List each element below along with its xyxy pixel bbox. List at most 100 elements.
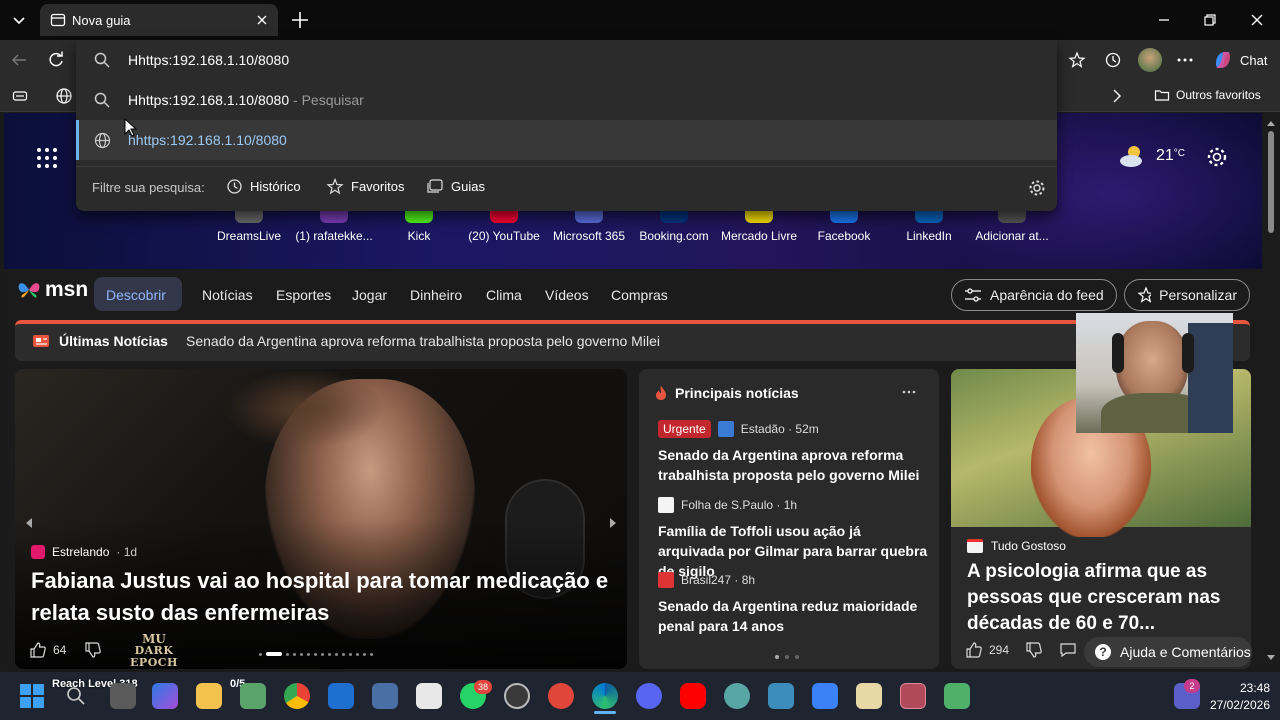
hero-headline[interactable]: Fabiana Justus vai ao hospital para toma… (31, 565, 621, 629)
feed-appearance-button[interactable]: Aparência do feed (951, 279, 1117, 311)
thumbs-down-icon[interactable] (84, 641, 102, 659)
reading-view-icon[interactable] (12, 88, 28, 104)
minimize-icon[interactable] (1156, 12, 1172, 28)
profile-avatar[interactable] (1138, 48, 1162, 72)
app-icon[interactable] (944, 683, 970, 709)
urgent-badge: Urgente (658, 420, 711, 438)
back-icon[interactable] (10, 52, 28, 68)
app-active-icon[interactable] (900, 683, 926, 709)
comment-icon[interactable] (1059, 641, 1077, 659)
side-headline[interactable]: A psicologia afirma que as pessoas que c… (967, 559, 1239, 637)
tab-list-button[interactable] (6, 8, 32, 32)
chrome-icon[interactable] (284, 683, 310, 709)
news-item[interactable]: Brasil247 · 8h Senado da Argentina reduz … (658, 570, 928, 636)
copilot-chat-button[interactable]: Chat (1206, 46, 1272, 74)
chevron-right-icon[interactable] (1110, 88, 1124, 104)
news-item[interactable]: Urgente Estadão · 52m Senado da Argentina … (658, 419, 928, 485)
history-icon[interactable] (1104, 51, 1122, 69)
msn-nav-jogar[interactable]: Jogar (352, 287, 387, 303)
more-options-icon[interactable] (901, 387, 917, 397)
paint-icon[interactable] (724, 683, 750, 709)
address-input[interactable]: Hhttps:192.168.1.10/8080 (128, 52, 289, 68)
close-window-icon[interactable] (1249, 12, 1265, 28)
youtube-icon[interactable] (680, 683, 706, 709)
quick-link-label: Facebook (817, 229, 871, 243)
tab-new-tab[interactable]: Nova guia (40, 4, 278, 36)
discord-icon[interactable] (636, 683, 662, 709)
close-tab-icon[interactable] (254, 12, 270, 28)
msn-logo[interactable]: msn (16, 277, 88, 303)
windows-start-icon[interactable] (20, 684, 44, 708)
breaking-headline[interactable]: Senado da Argentina aprova reforma traba… (186, 333, 660, 349)
calculator-icon[interactable] (372, 683, 398, 709)
hero-like-count: 64 (53, 643, 67, 657)
carousel-next-icon[interactable] (605, 515, 621, 531)
app-r-icon[interactable] (548, 683, 574, 709)
other-favorites-folder[interactable]: Outros favoritos (1154, 87, 1261, 103)
carousel-prev-icon[interactable] (21, 515, 37, 531)
document-app-icon[interactable] (416, 683, 442, 709)
news-icon (33, 335, 49, 347)
filter-favorites[interactable]: Favoritos (326, 178, 404, 195)
thumbs-down-icon[interactable] (1025, 641, 1043, 659)
feed-appearance-label: Aparência do feed (990, 287, 1104, 303)
weather-widget[interactable]: 21 °C (1118, 143, 1185, 169)
quick-link-label: Kick (407, 229, 431, 243)
hero-story-card[interactable]: Estrelando · 1d Fabiana Justus vai ao ho… (15, 369, 627, 669)
scroll-down-icon[interactable] (1266, 654, 1276, 662)
msn-nav-dinheiro[interactable]: Dinheiro (410, 287, 462, 303)
msn-nav-descobrir[interactable]: Descobrir (106, 287, 166, 303)
page-scrollbar-track[interactable] (1262, 113, 1280, 669)
filter-tabs[interactable]: Guias (426, 178, 485, 195)
refresh-icon[interactable] (47, 51, 65, 69)
outlook-icon[interactable] (328, 683, 354, 709)
store-icon[interactable] (240, 683, 266, 709)
msn-nav-clima[interactable]: Clima (486, 287, 522, 303)
globe-icon[interactable] (55, 87, 73, 105)
news-item[interactable]: Folha de S.Paulo · 1h Família de Toffoli … (658, 495, 928, 581)
personalize-button[interactable]: Personalizar (1124, 279, 1250, 311)
msn-nav-noticias[interactable]: Notícias (202, 287, 253, 303)
settings-gear-icon[interactable] (1206, 146, 1228, 168)
file-explorer-icon[interactable] (196, 683, 222, 709)
news-headline[interactable]: Senado da Argentina aprova reforma traba… (658, 445, 928, 485)
tudo-gostoso-logo-icon (967, 539, 983, 553)
msn-nav-compras[interactable]: Compras (611, 287, 668, 303)
task-view-icon[interactable] (110, 683, 136, 709)
msn-nav-videos[interactable]: Vídeos (545, 287, 589, 303)
search-icon[interactable] (66, 686, 86, 706)
news-headline[interactable]: Senado da Argentina reduz maioridade pen… (658, 596, 928, 636)
thumbs-up-icon[interactable] (29, 641, 47, 659)
msn-butterfly-icon (18, 283, 40, 298)
thumbs-up-icon[interactable] (965, 641, 983, 659)
new-tab-plus-icon[interactable] (290, 10, 310, 30)
star-sparkle-icon (1137, 286, 1152, 303)
msn-nav-esportes[interactable]: Esportes (276, 287, 331, 303)
edge-icon[interactable] (592, 683, 618, 709)
game-logo-overlay: MU DARK EPOCH (111, 633, 197, 669)
filter-history[interactable]: Histórico (226, 178, 301, 195)
apps-grid-icon[interactable] (36, 147, 58, 169)
question-icon: ? (1095, 644, 1111, 660)
favorites-star-icon[interactable] (1068, 51, 1086, 69)
breaking-news-bar[interactable]: Últimas Notícias Senado da Argentina apr… (15, 320, 1250, 361)
suggestion-url[interactable]: hhttps:192.168.1.10/8080 (76, 120, 1057, 160)
address-bar[interactable]: Hhttps:192.168.1.10/8080 (76, 40, 1057, 80)
scroll-up-icon[interactable] (1266, 119, 1276, 127)
scroll-thumb[interactable] (1268, 131, 1274, 233)
restore-icon[interactable] (1202, 12, 1218, 28)
system-clock[interactable]: 23:48 27/02/2026 (1200, 680, 1270, 714)
quick-link-label: Adicionar at... (975, 229, 1049, 243)
settings-gear-icon[interactable] (1028, 179, 1046, 197)
weather-unit: °C (1173, 147, 1186, 159)
app-icon[interactable] (768, 683, 794, 709)
obs-icon[interactable] (504, 683, 530, 709)
app-icon[interactable] (856, 683, 882, 709)
copilot-icon[interactable] (152, 683, 178, 709)
suggestion-search[interactable]: Hhttps:192.168.1.10/8080 - Pesquisar (76, 80, 1057, 120)
page-dots[interactable] (775, 655, 799, 659)
carousel-dots[interactable] (259, 652, 373, 656)
more-options-icon[interactable] (1176, 52, 1194, 68)
roblox-icon[interactable] (812, 683, 838, 709)
help-feedback-button[interactable]: ? Ajuda e Comentários (1084, 637, 1252, 667)
